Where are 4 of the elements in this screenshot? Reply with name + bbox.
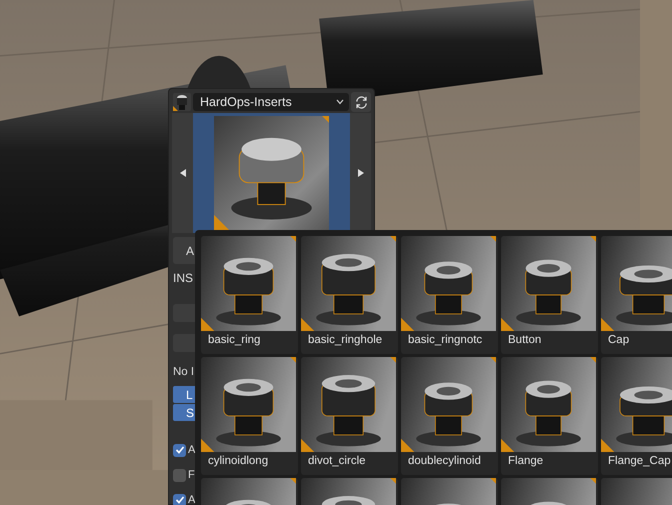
checkbox[interactable] [173,468,186,482]
checkbox[interactable] [173,494,186,505]
checkbox-label: F [188,469,195,481]
checkbox-label: A [188,494,196,505]
